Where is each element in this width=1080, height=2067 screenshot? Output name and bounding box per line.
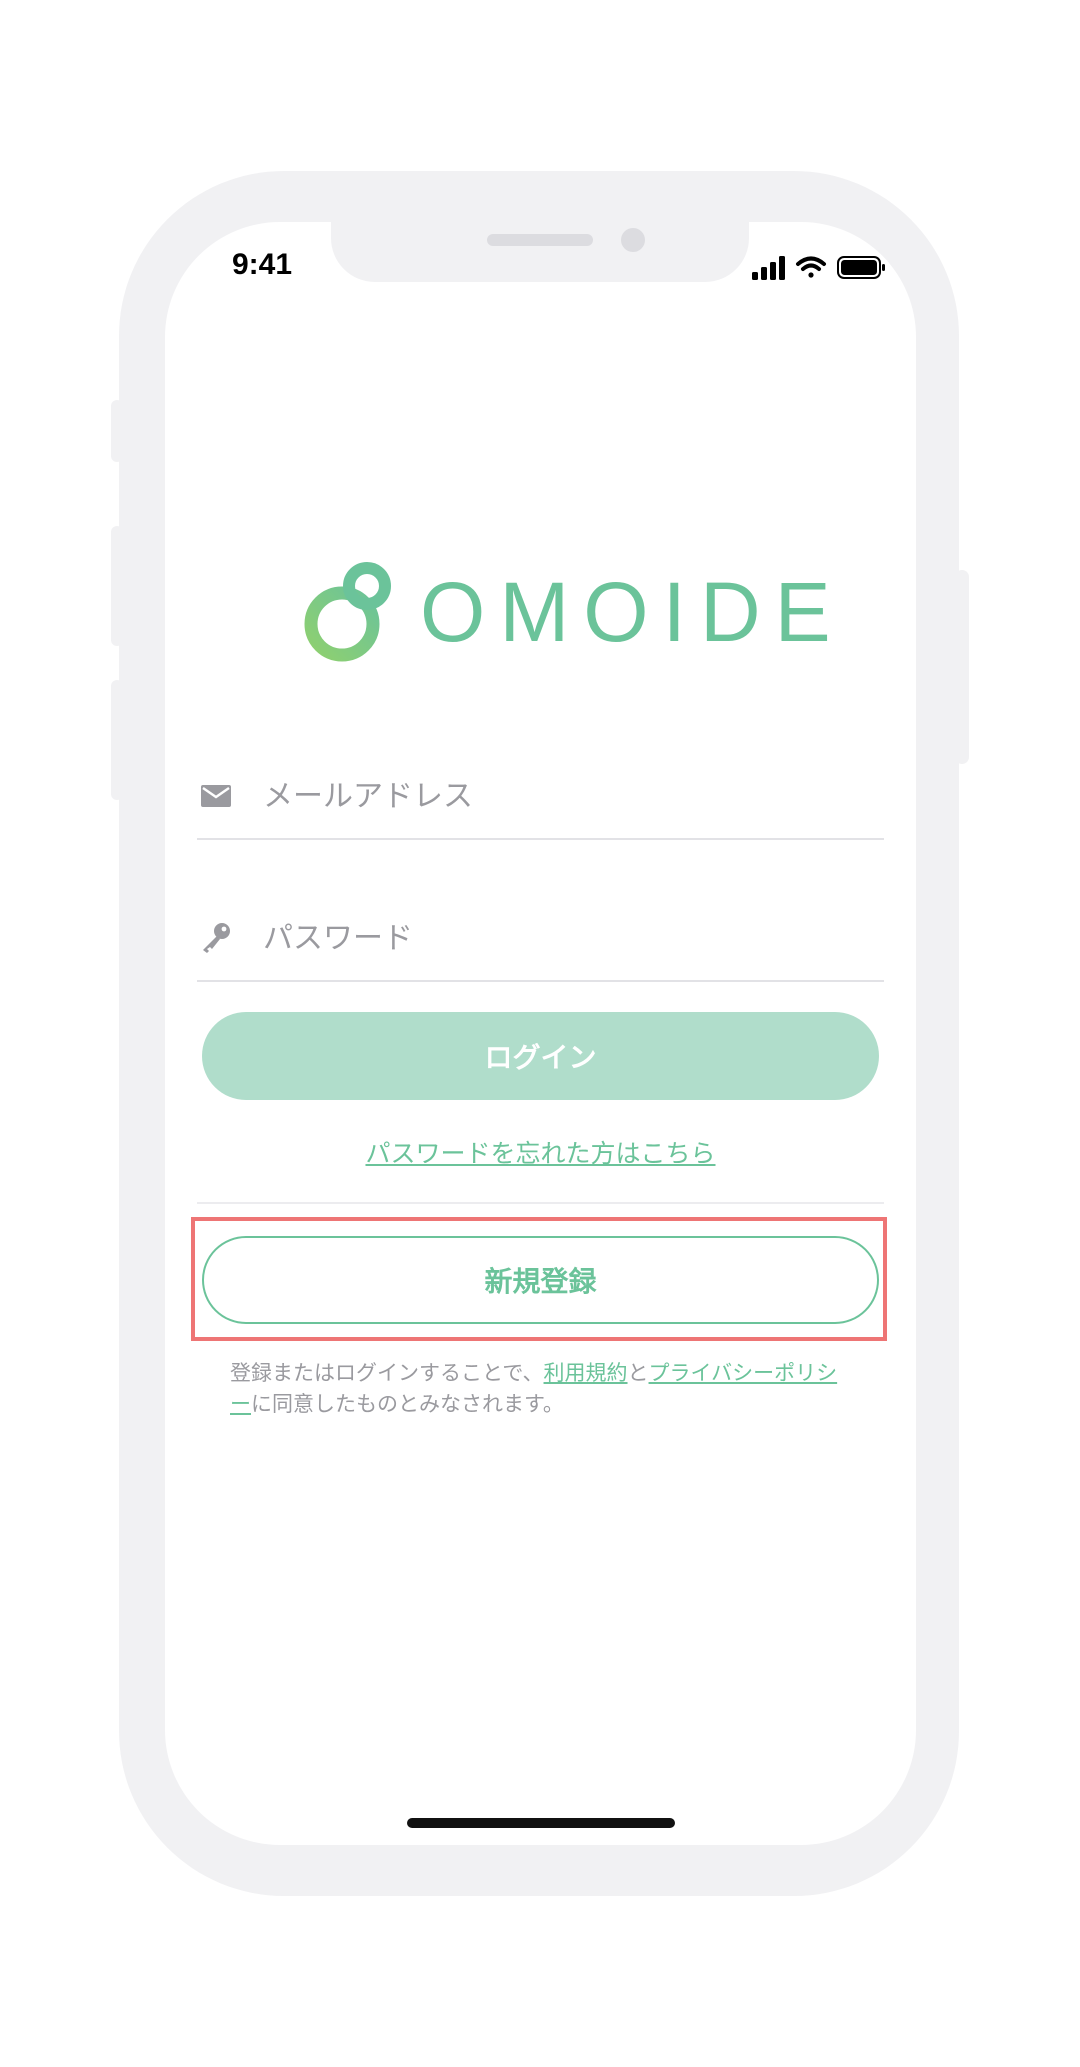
terms-suffix: に同意したものとみなされます。 (251, 1392, 564, 1416)
forgot-password-label[interactable]: パスワードを忘れた方はこちら (365, 1139, 715, 1168)
wifi-icon (796, 256, 826, 278)
mail-icon (199, 778, 233, 812)
highlight-box (191, 1217, 887, 1341)
notch (331, 222, 749, 282)
email-input[interactable] (263, 770, 863, 822)
terms-middle: と (627, 1361, 649, 1385)
terms-prefix: 登録またはログインすることで、 (230, 1361, 544, 1385)
mockup-canvas: 9:41 OMOIDE メールアドレス ログイン パスワードを忘れた方はこちら … (0, 0, 1080, 2067)
forgot-password-link[interactable]: パスワードを忘れた方はこちら (202, 1134, 879, 1170)
login-button[interactable]: ログイン (202, 1012, 879, 1100)
key-icon (199, 920, 233, 954)
cellular-signal-icon (752, 256, 785, 280)
terms-notice: 登録またはログインすることで、利用規約とプライバシーポリシーに同意したものとみな… (230, 1358, 850, 1420)
battery-icon (837, 256, 885, 279)
home-indicator[interactable] (407, 1818, 675, 1828)
status-icons (750, 254, 890, 282)
status-time: 9:41 (232, 248, 293, 281)
email-field[interactable] (197, 768, 884, 840)
terms-of-service-link[interactable]: 利用規約 (544, 1361, 628, 1385)
logo-wordmark: OMOIDE (420, 565, 845, 659)
section-divider (197, 1202, 884, 1204)
app-logo: OMOIDE (298, 562, 831, 666)
password-field[interactable] (197, 910, 884, 982)
linked-rings-logo-icon (304, 562, 391, 662)
front-camera (621, 228, 645, 252)
speaker-grille (487, 234, 593, 246)
password-input[interactable] (263, 912, 863, 964)
